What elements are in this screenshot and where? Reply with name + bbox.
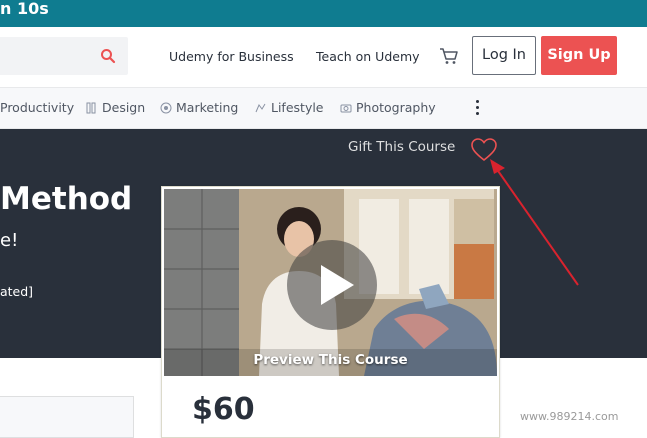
design-icon	[86, 102, 96, 113]
course-price: $60	[192, 392, 255, 427]
category-design[interactable]: Design	[86, 100, 145, 115]
preview-label: Preview This Course	[253, 352, 408, 368]
banner-text: n 10s	[0, 0, 49, 18]
course-preview-video[interactable]: Preview This Course	[164, 189, 497, 376]
gift-course-link[interactable]: Gift This Course	[348, 139, 455, 155]
login-button[interactable]: Log In	[472, 36, 536, 75]
heart-icon[interactable]	[470, 137, 498, 163]
course-card: Preview This Course $60	[161, 186, 500, 438]
category-bar: Productivity Design Marketing Lifestyle …	[0, 88, 647, 129]
course-title: Method	[0, 181, 133, 217]
category-photography[interactable]: Photography	[340, 100, 436, 115]
category-label: Photography	[356, 100, 436, 115]
teach-on-udemy-link[interactable]: Teach on Udemy	[316, 49, 420, 64]
category-label: Lifestyle	[271, 100, 324, 115]
side-panel	[0, 396, 134, 438]
course-subtitle: e!	[0, 230, 19, 251]
watermark: www.989214.com	[520, 410, 619, 423]
udemy-for-business-link[interactable]: Udemy for Business	[169, 49, 294, 64]
lifestyle-icon	[255, 103, 266, 112]
category-productivity[interactable]: Productivity	[0, 100, 74, 115]
search-icon[interactable]	[100, 48, 116, 64]
category-label: Marketing	[176, 100, 239, 115]
play-icon[interactable]	[286, 239, 378, 331]
category-label: Design	[102, 100, 146, 115]
signup-button[interactable]: Sign Up	[541, 36, 617, 75]
top-banner: n 10s	[0, 0, 647, 27]
more-icon[interactable]	[474, 100, 482, 118]
category-marketing[interactable]: Marketing	[160, 100, 238, 115]
site-header: Udemy for Business Teach on Udemy Log In…	[0, 27, 647, 88]
search-input[interactable]	[0, 37, 128, 75]
marketing-icon	[160, 102, 172, 113]
camera-icon	[340, 104, 352, 112]
cart-icon[interactable]	[438, 45, 460, 67]
course-meta: ated]	[0, 284, 34, 299]
category-label: Productivity	[0, 100, 75, 115]
category-lifestyle[interactable]: Lifestyle	[255, 100, 324, 115]
